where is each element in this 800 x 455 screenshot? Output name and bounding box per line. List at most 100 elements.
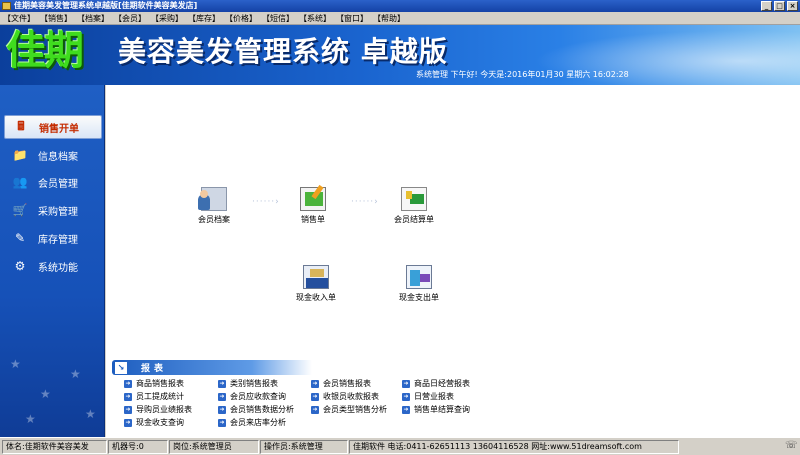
menu-sales[interactable]: 【销售】 <box>40 13 72 24</box>
minimize-icon[interactable]: _ <box>761 1 772 11</box>
reports-title: 报表 <box>141 364 168 374</box>
sidebar-item-label: 会员管理 <box>38 178 78 190</box>
menu-records[interactable]: 【档案】 <box>77 13 109 24</box>
report-link[interactable]: ➜ 现金收支查询 <box>124 416 192 429</box>
member-settlement-label: 会员结算单 <box>394 215 434 224</box>
menu-bar: 【文件】 【销售】 【档案】 【会员】 【采购】 【库存】 【价格】 【短信】 … <box>0 12 800 25</box>
arrow-right-icon: ➜ <box>402 379 410 388</box>
app-icon <box>2 2 11 10</box>
tools-icon: ✎ <box>14 231 26 245</box>
cash-in-label: 现金收入单 <box>296 293 336 302</box>
status-post: 岗位:系统管理员 <box>169 439 259 454</box>
report-link-label: 员工提成统计 <box>136 392 184 401</box>
cash-out-button[interactable]: 现金支出单 <box>379 265 459 303</box>
report-links: ➜ 商品销售报表 ➜ 员工提成统计 ➜ 导购员业绩报表 ➜ 现金收支查询 ➜ 类别销售报表… <box>106 377 800 437</box>
report-link[interactable]: ➜ 收银员收款报表 <box>311 390 387 403</box>
report-column: ➜ 类别销售报表 ➜ 会员应收款查询 ➜ 会员销售数据分析 ➜ 会员来店率分析 <box>218 377 294 429</box>
window-title: 佳期美容美发管理系统卓越版[佳期软件美容美发店] <box>14 1 198 10</box>
gear-icon: ⚙ <box>14 259 26 273</box>
window-title-bar[interactable]: 佳期美容美发管理系统卓越版[佳期软件美容美发店] _ □ × <box>0 0 800 12</box>
report-link[interactable]: ➜ 导购员业绩报表 <box>124 403 192 416</box>
report-link[interactable]: ➜ 日营业报表 <box>402 390 470 403</box>
status-company: 佳期软件 电话:0411-62651113 13604116528 网址:www… <box>349 439 679 454</box>
sidebar-nav: 🖩 销售开单 📁 信息档案 👥 会员管理 🛒 采购管理 ✎ 库存管理 ⚙ 系统功… <box>0 85 105 437</box>
reports-icon: ↘ <box>115 361 127 374</box>
report-link-label: 会员销售报表 <box>323 379 371 388</box>
sidebar-decoration: ★ ★ ★ ★ ★ <box>10 357 96 426</box>
sidebar-item-inventory[interactable]: ✎ 库存管理 <box>4 226 102 250</box>
report-link-label: 会员销售数据分析 <box>230 405 294 414</box>
menu-purchase[interactable]: 【采购】 <box>151 13 183 24</box>
report-link-label: 商品销售报表 <box>136 379 184 388</box>
arrow-right-icon: ➜ <box>218 379 226 388</box>
greeting-status: 系统管理 下午好! 今天是:2016年01月30 星期六 16:02:28 <box>416 70 629 79</box>
menu-file[interactable]: 【文件】 <box>3 13 35 24</box>
report-link[interactable]: ➜ 商品日经营报表 <box>402 377 470 390</box>
sidebar-item-system[interactable]: ⚙ 系统功能 <box>4 254 102 278</box>
status-machine: 机器号:0 <box>108 439 168 454</box>
report-link-label: 导购员业绩报表 <box>136 405 192 414</box>
main-panel: 会员档案 ······› 销售单 ······› 会员结算单 现金收入单 现金支… <box>106 85 800 437</box>
report-link-label: 现金收支查询 <box>136 418 184 427</box>
report-link[interactable]: ➜ 会员应收款查询 <box>218 390 294 403</box>
sidebar-item-purchase[interactable]: 🛒 采购管理 <box>4 198 102 222</box>
header-banner: 佳期 美容美发管理系统 卓越版 系统管理 下午好! 今天是:2016年01月30… <box>0 25 800 85</box>
menu-sms[interactable]: 【短信】 <box>262 13 294 24</box>
resize-grip-icon[interactable]: ☏ <box>785 440 798 452</box>
folder-icon: 📁 <box>12 148 28 162</box>
menu-inventory[interactable]: 【库存】 <box>188 13 220 24</box>
member-file-button[interactable]: 会员档案 <box>174 187 254 225</box>
cash-out-label: 现金支出单 <box>399 293 439 302</box>
report-link-label: 会员来店率分析 <box>230 418 286 427</box>
cash-register-icon: 🖩 <box>17 118 25 133</box>
member-settlement-button[interactable]: 会员结算单 <box>374 187 454 225</box>
maximize-icon[interactable]: □ <box>774 1 785 11</box>
report-link[interactable]: ➜ 会员来店率分析 <box>218 416 294 429</box>
member-file-icon <box>198 187 227 211</box>
sidebar-item-label: 系统功能 <box>38 262 78 274</box>
sales-order-label: 销售单 <box>301 215 325 224</box>
sidebar-item-members[interactable]: 👥 会员管理 <box>4 170 102 194</box>
member-file-label: 会员档案 <box>198 215 230 224</box>
report-link[interactable]: ➜ 会员销售报表 <box>311 377 387 390</box>
sidebar-item-label: 采购管理 <box>38 206 78 218</box>
report-link[interactable]: ➜ 会员类型销售分析 <box>311 403 387 416</box>
menu-help[interactable]: 【帮助】 <box>373 13 405 24</box>
app-logo: 佳期 <box>6 27 84 74</box>
arrow-right-icon: ➜ <box>402 392 410 401</box>
report-link-label: 销售单结算查询 <box>414 405 470 414</box>
report-link[interactable]: ➜ 类别销售报表 <box>218 377 294 390</box>
sidebar-item-label: 库存管理 <box>38 234 78 246</box>
arrow-right-icon: ➜ <box>124 405 132 414</box>
report-column: ➜ 商品销售报表 ➜ 员工提成统计 ➜ 导购员业绩报表 ➜ 现金收支查询 <box>124 377 192 429</box>
sidebar-item-records[interactable]: 📁 信息档案 <box>4 143 102 167</box>
close-icon[interactable]: × <box>787 1 798 11</box>
arrow-right-icon: ➜ <box>218 418 226 427</box>
menu-members[interactable]: 【会员】 <box>114 13 146 24</box>
report-link-label: 会员类型销售分析 <box>323 405 387 414</box>
member-settlement-icon <box>401 187 427 211</box>
sidebar-item-label: 销售开单 <box>39 123 79 135</box>
cash-out-icon <box>406 265 432 289</box>
sidebar-item-label: 信息档案 <box>38 151 78 163</box>
sidebar-item-sales[interactable]: 🖩 销售开单 <box>4 115 102 139</box>
arrow-right-icon: ➜ <box>402 405 410 414</box>
report-link-label: 类别销售报表 <box>230 379 278 388</box>
arrow-right-icon: ➜ <box>124 392 132 401</box>
cash-in-button[interactable]: 现金收入单 <box>276 265 356 303</box>
menu-price[interactable]: 【价格】 <box>225 13 257 24</box>
menu-system[interactable]: 【系统】 <box>299 13 331 24</box>
reports-header: ↘ 报表 <box>112 360 312 375</box>
report-link[interactable]: ➜ 员工提成统计 <box>124 390 192 403</box>
report-link-label: 日营业报表 <box>414 392 454 401</box>
report-link-label: 商品日经营报表 <box>414 379 470 388</box>
report-link[interactable]: ➜ 会员销售数据分析 <box>218 403 294 416</box>
report-link[interactable]: ➜ 商品销售报表 <box>124 377 192 390</box>
menu-window[interactable]: 【窗口】 <box>336 13 368 24</box>
sales-order-button[interactable]: 销售单 <box>273 187 353 225</box>
report-link[interactable]: ➜ 销售单结算查询 <box>402 403 470 416</box>
people-icon: 👥 <box>12 175 28 189</box>
report-column: ➜ 商品日经营报表 ➜ 日营业报表 ➜ 销售单结算查询 <box>402 377 470 416</box>
arrow-right-icon: ➜ <box>124 379 132 388</box>
arrow-right-icon: ➜ <box>218 392 226 401</box>
